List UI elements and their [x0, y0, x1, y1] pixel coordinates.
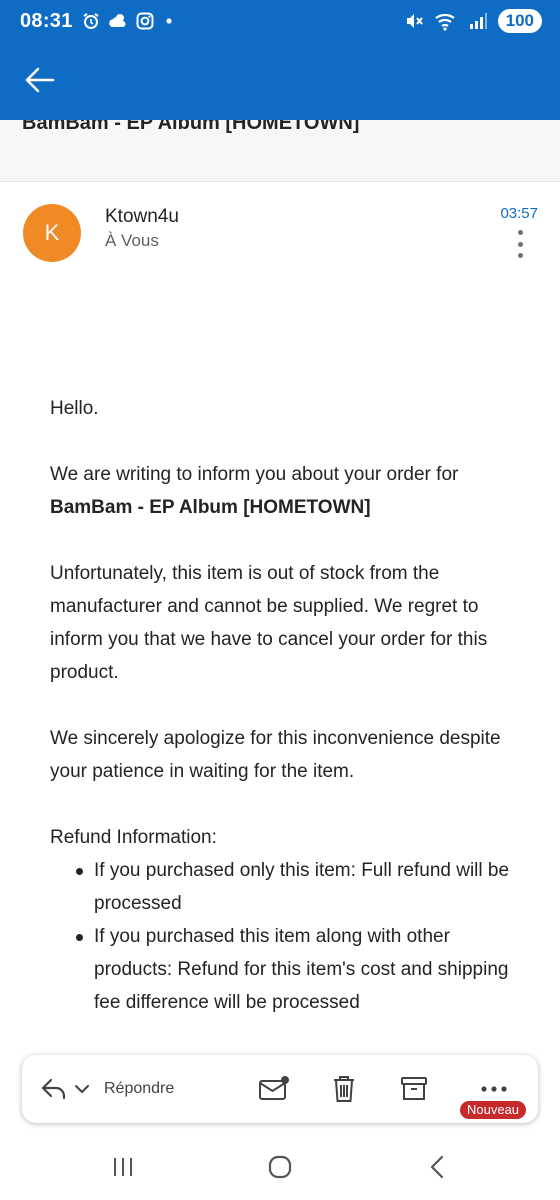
instagram-icon — [136, 12, 154, 30]
delete-button[interactable] — [328, 1073, 360, 1105]
intro-paragraph: We are writing to inform you about your … — [50, 458, 530, 524]
alarm-icon — [83, 13, 99, 29]
back-arrow-icon — [25, 67, 55, 93]
back-button[interactable] — [20, 60, 60, 100]
intro-text: We are writing to inform you about your … — [50, 464, 459, 485]
subject-bar: BamBam - EP Album [HOMETOWN] — [0, 120, 560, 182]
sender-name: Ktown4u — [105, 206, 179, 227]
recents-icon — [114, 1158, 132, 1176]
action-bar: Répondre Nouveau — [22, 1055, 538, 1123]
system-nav-bar — [0, 1130, 560, 1200]
app-bar: 08:31 100 — [0, 0, 560, 120]
reply-icon — [41, 1078, 66, 1100]
home-button[interactable] — [265, 1152, 295, 1182]
product-name: BamBam - EP Album [HOMETOWN] — [50, 497, 371, 518]
stock-paragraph: Unfortunately, this item is out of stock… — [50, 563, 488, 683]
message-time: 03:57 — [500, 205, 538, 222]
weather-icon — [109, 14, 126, 27]
refund-title: Refund Information: — [50, 827, 217, 848]
reply-button[interactable]: Répondre — [40, 1073, 174, 1105]
greeting: Hello. — [50, 398, 99, 419]
status-right-icons: 100 — [404, 9, 542, 33]
home-icon — [268, 1155, 292, 1179]
signal-icon — [469, 13, 487, 29]
avatar[interactable]: K — [23, 204, 81, 262]
more-horizontal-icon — [481, 1086, 507, 1092]
recipient: À Vous — [105, 231, 159, 250]
wifi-icon — [434, 13, 455, 31]
back-icon — [430, 1155, 444, 1179]
mail-unread-icon — [259, 1076, 289, 1100]
status-left-icons — [82, 12, 176, 30]
archive-icon — [401, 1077, 427, 1100]
dot-icon — [166, 18, 172, 24]
reply-label: Répondre — [104, 1080, 175, 1097]
battery-indicator: 100 — [497, 9, 542, 33]
email-subject: BamBam - EP Album [HOMETOWN] — [22, 120, 360, 134]
recents-button[interactable] — [108, 1152, 138, 1182]
mute-icon — [406, 14, 423, 28]
nav-back-button[interactable] — [422, 1152, 452, 1182]
message-header: K Ktown4u À Vous 03:57 — [0, 182, 560, 282]
status-bar: 08:31 100 — [0, 0, 560, 46]
more-options-button[interactable] — [514, 230, 526, 258]
apology-paragraph: We sincerely apologize for this inconven… — [50, 728, 501, 782]
list-item: If you purchased only this item: Full re… — [76, 854, 530, 920]
message-body: Hello. We are writing to inform you abou… — [50, 392, 530, 1019]
status-time: 08:31 — [20, 10, 73, 32]
mark-unread-button[interactable] — [258, 1073, 290, 1105]
trash-icon — [334, 1076, 354, 1102]
new-badge: Nouveau — [460, 1101, 527, 1119]
chevron-down-icon[interactable] — [74, 1083, 90, 1095]
more-vert-icon — [517, 230, 523, 235]
refund-list: If you purchased only this item: Full re… — [76, 854, 530, 1019]
archive-button[interactable] — [398, 1073, 430, 1105]
list-item: If you purchased this item along with ot… — [76, 920, 530, 1019]
